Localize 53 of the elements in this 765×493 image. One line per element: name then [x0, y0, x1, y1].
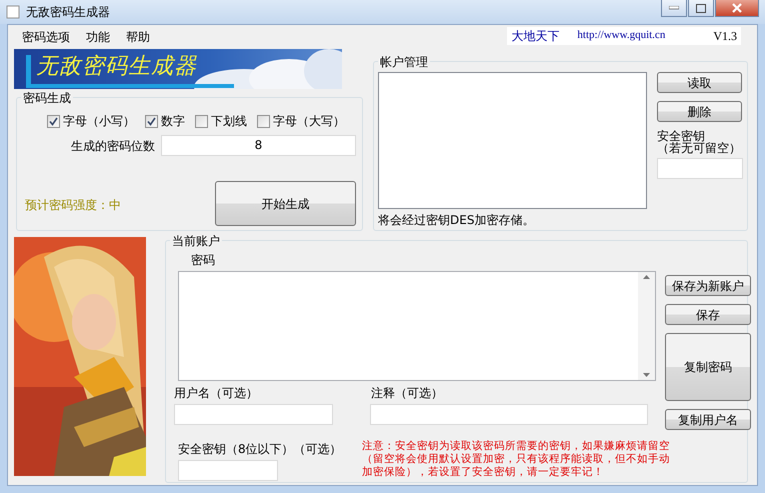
option-label: 字母（大写）: [273, 113, 345, 130]
version-label: V1.3: [713, 28, 737, 45]
menu-item[interactable]: 帮助: [118, 28, 158, 46]
minimize-button[interactable]: [661, 0, 687, 17]
minimize-icon: [669, 6, 679, 10]
checkbox[interactable]: [145, 114, 158, 128]
security-key-hint: （若无可留空）: [657, 142, 742, 154]
action-button[interactable]: 复制密码: [665, 333, 751, 401]
scrollbar[interactable]: [638, 272, 655, 380]
password-label: 密码: [190, 252, 216, 269]
checkbox[interactable]: [47, 114, 60, 128]
password-box[interactable]: [178, 271, 656, 381]
action-button[interactable]: 删除: [657, 101, 742, 122]
scroll-up-icon[interactable]: [643, 275, 650, 279]
app-icon: [6, 5, 20, 19]
option-label: 数字: [161, 113, 185, 130]
close-button[interactable]: [715, 0, 759, 17]
action-button[interactable]: 读取: [657, 72, 742, 93]
group-title: 帐户管理: [378, 53, 430, 71]
vertical-stripe: [26, 55, 31, 88]
generate-button[interactable]: 开始生成: [215, 181, 356, 226]
security-key-field[interactable]: [178, 460, 278, 481]
security-key-label: 安全密钥（8位以下）（可选）: [178, 441, 343, 458]
length-label: 生成的密码位数: [71, 138, 155, 154]
account-list[interactable]: [378, 72, 647, 209]
group-title: 当前账户: [170, 232, 222, 250]
option-label: 字母（小写）: [63, 113, 135, 130]
action-button[interactable]: 复制用户名: [665, 409, 751, 430]
website-link[interactable]: http://www.gquit.cn: [577, 27, 666, 45]
length-field[interactable]: 8: [161, 135, 356, 156]
option-label: 下划线: [211, 113, 247, 130]
menu-item[interactable]: 功能: [78, 28, 118, 46]
notice-text: 注意：安全密钥为读取该密码所需要的密钥，如果嫌麻烦请留空（留空将会使用默认设置加密，只有该程序能读取，但不如手动加密保险），若设置了安全密钥，请一定要牢记！: [362, 440, 671, 480]
menu-item[interactable]: 密码选项: [14, 28, 78, 46]
checkbox[interactable]: [257, 114, 270, 128]
maximize-button[interactable]: [688, 0, 714, 17]
username-field[interactable]: [174, 404, 333, 425]
security-key-label: 安全密钥: [657, 130, 706, 142]
scroll-down-icon[interactable]: [643, 373, 650, 377]
comment-field[interactable]: [370, 404, 648, 425]
checkbox[interactable]: [195, 114, 208, 128]
comment-label: 注释（可选）: [371, 385, 443, 402]
strength-label: 预计密码强度：中: [25, 197, 121, 214]
security-key-field[interactable]: [657, 158, 743, 179]
action-button[interactable]: 保存: [665, 304, 751, 325]
action-button[interactable]: 保存为新账户: [665, 275, 751, 296]
author-label: 大地天下: [511, 28, 560, 45]
username-label: 用户名（可选）: [174, 385, 259, 402]
close-icon: [732, 3, 742, 13]
banner-title: 无敌密码生成器: [36, 54, 197, 80]
window-title: 无敌密码生成器: [26, 4, 110, 21]
storage-note: 将会经过密钥DES加密存储。: [378, 212, 536, 229]
maximize-icon: [696, 4, 706, 12]
